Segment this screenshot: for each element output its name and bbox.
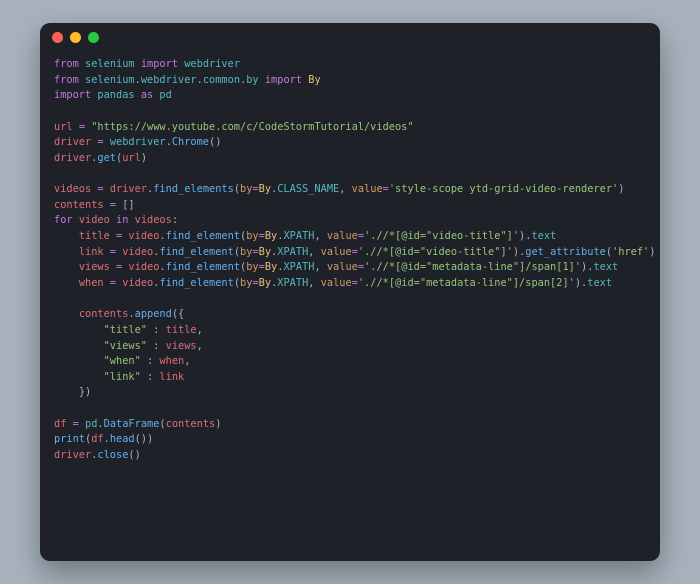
mod-common: common [203, 74, 240, 86]
var-df: df [54, 418, 66, 430]
param-by: by [240, 183, 252, 195]
fn-dataframe: DataFrame [104, 418, 160, 430]
fn-chrome: Chrome [172, 136, 209, 148]
var-title: title [79, 230, 110, 242]
op-eq: = [79, 121, 85, 133]
kw-from: from [54, 58, 79, 70]
mod-by: by [246, 74, 258, 86]
mod-pandas: pandas [97, 89, 134, 101]
dict-key-title: "title" [104, 324, 147, 336]
var-when: when [79, 277, 104, 289]
kw-import: import [265, 74, 302, 86]
fn-find-elements: find_elements [153, 183, 234, 195]
obj-driver: driver [54, 449, 91, 461]
fn-append: append [135, 308, 172, 320]
dict-key-when: "when" [104, 355, 141, 367]
var-link: link [79, 246, 104, 258]
op-eq: = [97, 183, 103, 195]
var-video: video [79, 214, 110, 226]
var-videos: videos [54, 183, 91, 195]
kw-as: as [141, 89, 153, 101]
kw-for: for [54, 214, 73, 226]
param-value: value [352, 183, 383, 195]
attr-text: text [531, 230, 556, 242]
op-eq: = [110, 199, 116, 211]
empty-list: [] [122, 199, 134, 211]
str-href: 'href' [612, 246, 649, 258]
var-driver: driver [54, 152, 91, 164]
var-url: url [54, 121, 73, 133]
str-xpath: './/*[@id="video-title"]' [364, 230, 519, 242]
mod-webdriver: webdriver [141, 74, 197, 86]
maximize-icon[interactable] [88, 32, 99, 43]
mod-pd: pd [85, 418, 97, 430]
fn-close: close [97, 449, 128, 461]
obj-video: video [128, 230, 159, 242]
mod-selenium: selenium [85, 58, 135, 70]
str-url: "https://www.youtube.com/c/CodeStormTuto… [91, 121, 413, 133]
close-icon[interactable] [52, 32, 63, 43]
kw-import: import [141, 58, 178, 70]
var-views: views [79, 261, 110, 273]
code-content: from selenium import webdriver from sele… [40, 51, 660, 561]
kw-import: import [54, 89, 91, 101]
mod-selenium: selenium [85, 74, 135, 86]
paren: () [209, 136, 221, 148]
alias-pd: pd [159, 89, 171, 101]
titlebar [40, 23, 660, 51]
obj-contents: contents [79, 308, 129, 320]
close-brace: }) [79, 386, 91, 398]
dict-key-link: "link" [104, 371, 141, 383]
code-window: from selenium import webdriver from sele… [40, 23, 660, 561]
fn-get-attribute: get_attribute [525, 246, 606, 258]
fn-get: get [97, 152, 116, 164]
kw-from: from [54, 74, 79, 86]
arg-url: url [122, 152, 141, 164]
fn-find-element: find_element [166, 230, 240, 242]
op-eq: = [97, 136, 103, 148]
var-contents: contents [54, 199, 104, 211]
mod-webdriver: webdriver [184, 58, 240, 70]
minimize-icon[interactable] [70, 32, 81, 43]
str-selector: 'style-scope ytd-grid-video-renderer' [389, 183, 618, 195]
obj-driver: driver [110, 183, 147, 195]
kw-in: in [116, 214, 128, 226]
mod-webdriver: webdriver [110, 136, 166, 148]
var-driver: driver [54, 136, 91, 148]
cls-by: By [308, 74, 320, 86]
cls-by: By [259, 183, 271, 195]
fn-head: head [110, 433, 135, 445]
fn-print: print [54, 433, 85, 445]
dict-key-views: "views" [104, 340, 147, 352]
attr-classname: CLASS_NAME [277, 183, 339, 195]
iter-videos: videos [135, 214, 172, 226]
